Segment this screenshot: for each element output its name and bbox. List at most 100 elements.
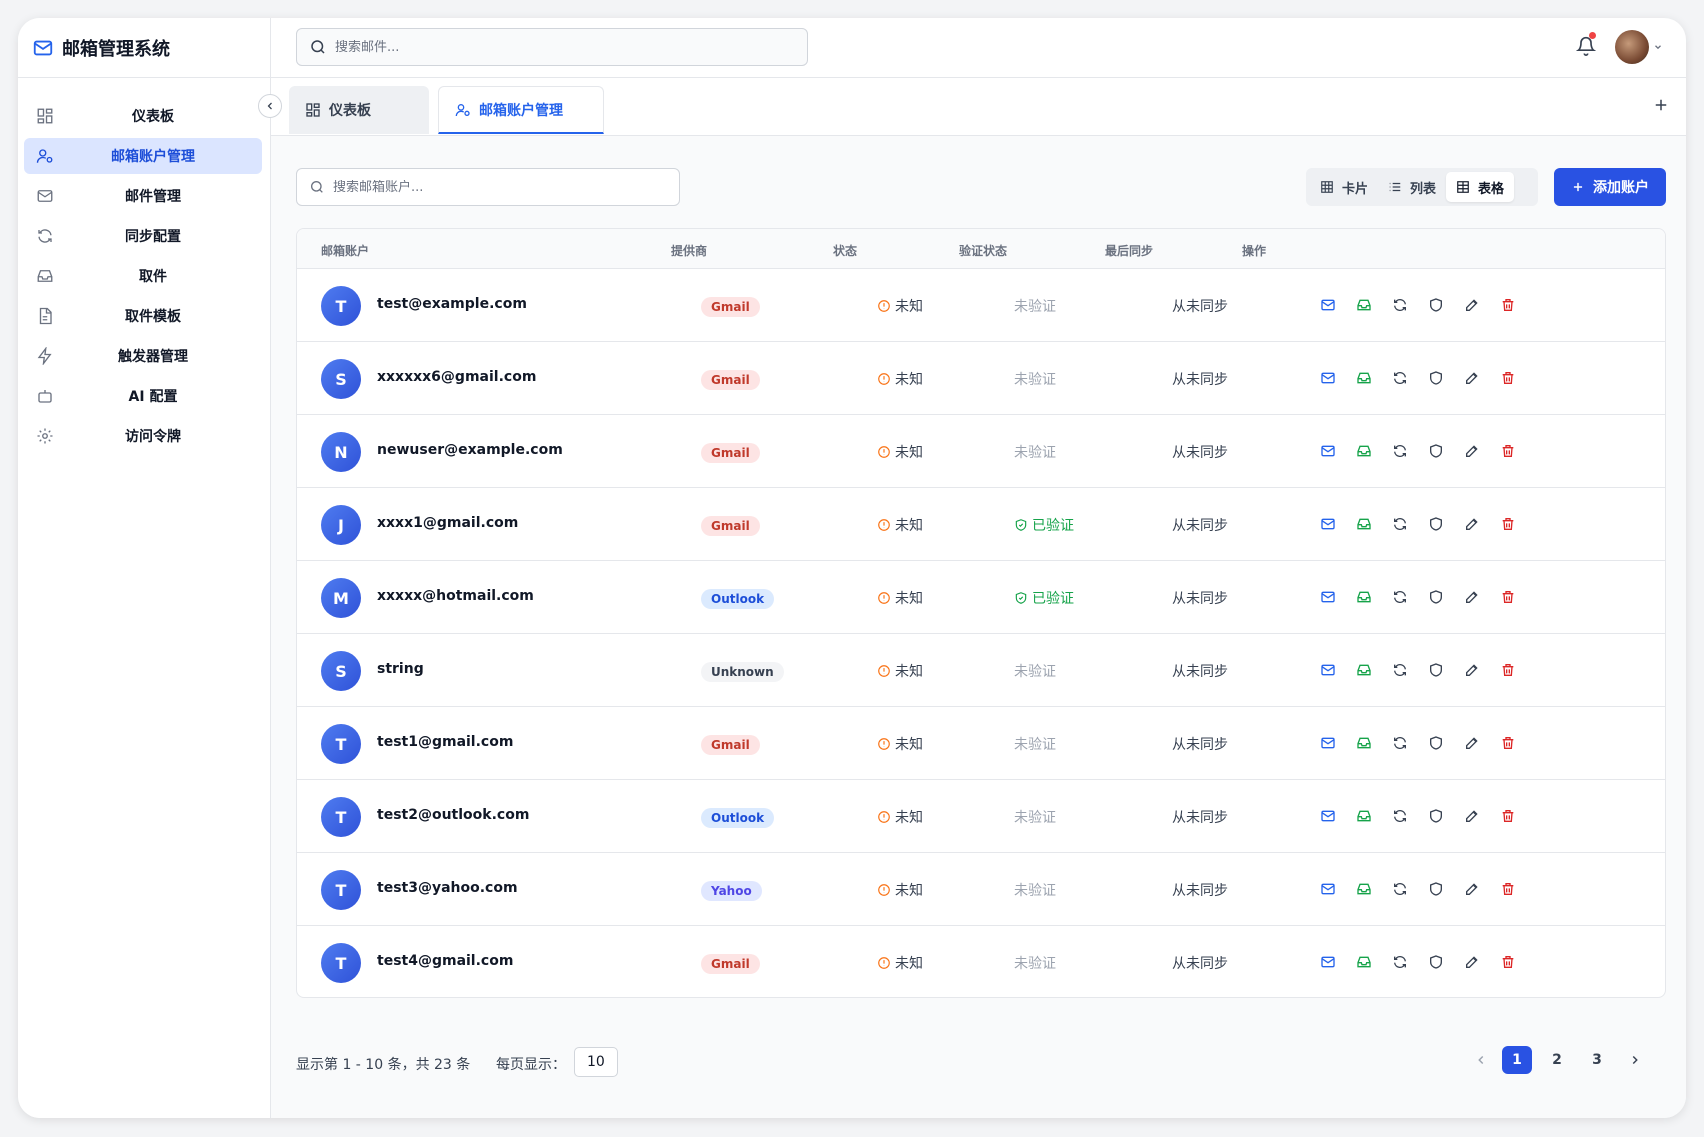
verify-button[interactable] <box>1427 880 1445 898</box>
sync-button[interactable] <box>1391 734 1409 752</box>
fetch-mail-button[interactable] <box>1355 953 1373 971</box>
delete-button[interactable] <box>1499 369 1517 387</box>
edit-button[interactable] <box>1463 953 1481 971</box>
global-search-input[interactable] <box>335 39 775 55</box>
delete-button[interactable] <box>1499 880 1517 898</box>
plus-icon[interactable] <box>1652 96 1670 114</box>
sync-button[interactable] <box>1391 588 1409 606</box>
tab-bar: 仪表板 邮箱账户管理 <box>271 78 1686 136</box>
next-page-button[interactable] <box>1622 1046 1648 1074</box>
sync-button[interactable] <box>1391 807 1409 825</box>
table-row: T test@example.com Gmail 未知 未验证 从未同步 <box>297 269 1665 342</box>
tab-dashboard[interactable]: 仪表板 <box>289 86 429 134</box>
per-page-label: 每页显示： <box>496 1057 566 1073</box>
header-status: 状态 <box>833 244 858 258</box>
send-mail-button[interactable] <box>1319 953 1337 971</box>
inbox-icon <box>1357 956 1371 968</box>
page-1-button[interactable]: 1 <box>1502 1046 1532 1074</box>
tab-email-accounts[interactable]: 邮箱账户管理 <box>438 86 604 134</box>
table-header: 邮箱账户 提供商 状态 验证状态 最后同步 操作 <box>297 229 1665 269</box>
send-mail-button[interactable] <box>1319 661 1337 679</box>
sidebar-item-6[interactable]: 触发器管理 <box>24 338 262 374</box>
sidebar-item-1[interactable]: 邮箱账户管理 <box>24 138 262 174</box>
delete-button[interactable] <box>1499 953 1517 971</box>
status-cell: 未知 <box>877 442 923 462</box>
verify-button[interactable] <box>1427 588 1445 606</box>
fetch-mail-button[interactable] <box>1355 515 1373 533</box>
refresh-icon <box>1394 517 1406 531</box>
fetch-mail-button[interactable] <box>1355 442 1373 460</box>
delete-button[interactable] <box>1499 442 1517 460</box>
global-search[interactable] <box>296 28 808 66</box>
page-3-button[interactable]: 3 <box>1582 1046 1612 1074</box>
sidebar-item-4[interactable]: 取件 <box>24 258 262 294</box>
sidebar-item-2[interactable]: 邮件管理 <box>24 178 262 214</box>
fetch-mail-button[interactable] <box>1355 807 1373 825</box>
send-mail-button[interactable] <box>1319 296 1337 314</box>
send-mail-button[interactable] <box>1319 588 1337 606</box>
delete-button[interactable] <box>1499 296 1517 314</box>
verify-button[interactable] <box>1427 661 1445 679</box>
verify-button[interactable] <box>1427 953 1445 971</box>
edit-button[interactable] <box>1463 515 1481 533</box>
fetch-mail-button[interactable] <box>1355 734 1373 752</box>
fetch-mail-button[interactable] <box>1355 880 1373 898</box>
sidebar-item-8[interactable]: 访问令牌 <box>24 418 262 454</box>
sync-button[interactable] <box>1391 515 1409 533</box>
view-card-button[interactable]: 卡片 <box>1310 172 1378 202</box>
fetch-mail-button[interactable] <box>1355 369 1373 387</box>
edit-button[interactable] <box>1463 734 1481 752</box>
account-search[interactable] <box>296 168 680 206</box>
sync-button[interactable] <box>1391 953 1409 971</box>
send-mail-button[interactable] <box>1319 515 1337 533</box>
edit-button[interactable] <box>1463 588 1481 606</box>
sync-button[interactable] <box>1391 369 1409 387</box>
edit-button[interactable] <box>1463 661 1481 679</box>
verify-button[interactable] <box>1427 807 1445 825</box>
verify-button[interactable] <box>1427 442 1445 460</box>
fetch-mail-button[interactable] <box>1355 296 1373 314</box>
sync-button[interactable] <box>1391 661 1409 679</box>
send-mail-button[interactable] <box>1319 734 1337 752</box>
add-account-button[interactable]: 添加账户 <box>1554 168 1666 206</box>
page-2-button[interactable]: 2 <box>1542 1046 1572 1074</box>
delete-button[interactable] <box>1499 807 1517 825</box>
edit-button[interactable] <box>1463 369 1481 387</box>
edit-button[interactable] <box>1463 880 1481 898</box>
table-row: J xxxx1@gmail.com Gmail 未知 已验证 从未同步 <box>297 488 1665 561</box>
add-account-label: 添加账户 <box>1593 180 1649 196</box>
delete-button[interactable] <box>1499 661 1517 679</box>
verify-button[interactable] <box>1427 296 1445 314</box>
edit-button[interactable] <box>1463 296 1481 314</box>
user-avatar[interactable] <box>1615 30 1649 64</box>
view-table-button[interactable]: 表格 <box>1446 172 1515 202</box>
prev-page-button[interactable] <box>1468 1046 1494 1074</box>
send-mail-button[interactable] <box>1319 807 1337 825</box>
sidebar-item-5[interactable]: 取件模板 <box>24 298 262 334</box>
delete-button[interactable] <box>1499 515 1517 533</box>
edit-button[interactable] <box>1463 442 1481 460</box>
account-search-input[interactable] <box>333 179 653 195</box>
sidebar-item-0[interactable]: 仪表板 <box>24 98 262 134</box>
chevron-down-icon[interactable] <box>1653 42 1663 52</box>
sync-button[interactable] <box>1391 442 1409 460</box>
collapse-sidebar-button[interactable] <box>258 94 282 118</box>
send-mail-button[interactable] <box>1319 442 1337 460</box>
verify-button[interactable] <box>1427 515 1445 533</box>
verify-button[interactable] <box>1427 734 1445 752</box>
send-mail-button[interactable] <box>1319 369 1337 387</box>
delete-button[interactable] <box>1499 734 1517 752</box>
edit-button[interactable] <box>1463 807 1481 825</box>
sync-button[interactable] <box>1391 880 1409 898</box>
sidebar-item-3[interactable]: 同步配置 <box>24 218 262 254</box>
view-list-button[interactable]: 列表 <box>1378 172 1446 202</box>
fetch-mail-button[interactable] <box>1355 661 1373 679</box>
sidebar-item-7[interactable]: AI 配置 <box>24 378 262 414</box>
pencil-icon <box>1466 591 1478 603</box>
fetch-mail-button[interactable] <box>1355 588 1373 606</box>
send-mail-button[interactable] <box>1319 880 1337 898</box>
verify-button[interactable] <box>1427 369 1445 387</box>
sync-button[interactable] <box>1391 296 1409 314</box>
delete-button[interactable] <box>1499 588 1517 606</box>
per-page-select[interactable]: 10 <box>574 1047 618 1077</box>
